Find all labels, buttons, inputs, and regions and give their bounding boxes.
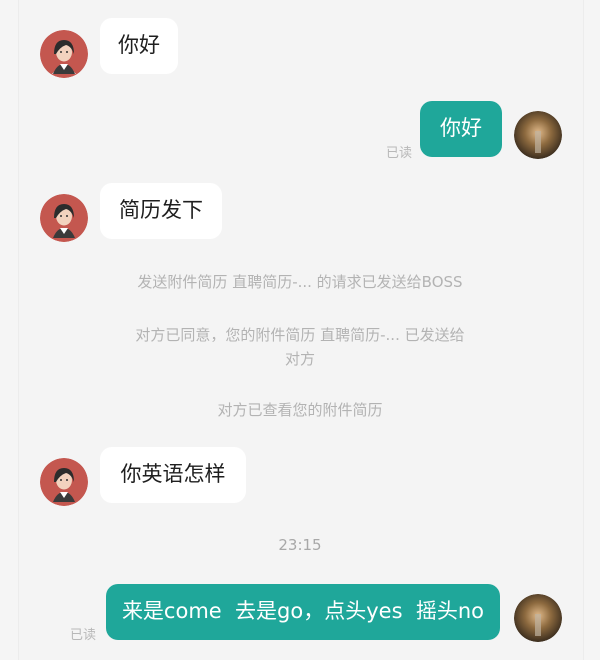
incoming-message[interactable]: 你英语怎样 — [100, 447, 246, 503]
outgoing-message[interactable]: 你好 — [420, 101, 502, 157]
user-photo-icon — [514, 594, 562, 642]
outgoing-message[interactable]: 来是come 去是go，点头yes 摇头no — [106, 584, 500, 640]
message-text: 你好 — [118, 33, 160, 58]
recruiter-avatar-icon — [40, 30, 88, 78]
contact-avatar[interactable] — [40, 30, 88, 78]
message-text: 你好 — [440, 116, 482, 141]
incoming-message[interactable]: 简历发下 — [100, 183, 222, 239]
message-text: 来是come 去是go，点头yes 摇头no — [121, 599, 485, 624]
recruiter-avatar-icon — [40, 194, 88, 242]
message-text: 简历发下 — [119, 198, 203, 223]
read-receipt: 已读 — [70, 628, 97, 643]
my-avatar[interactable] — [514, 111, 562, 159]
message-text: 你英语怎样 — [120, 462, 226, 487]
incoming-message[interactable]: 你好 — [100, 18, 178, 74]
contact-avatar[interactable] — [40, 458, 88, 506]
read-receipt: 已读 — [386, 146, 413, 161]
system-notice: 发送附件简历 直聘简历-... 的请求已发送给BOSS — [137, 273, 463, 291]
system-notice: 对方已查看您的附件简历 — [217, 401, 383, 419]
recruiter-avatar-icon — [40, 458, 88, 506]
contact-avatar[interactable] — [40, 194, 88, 242]
user-photo-icon — [514, 111, 562, 159]
my-avatar[interactable] — [514, 594, 562, 642]
timestamp: 23:15 — [278, 536, 322, 554]
system-notice: 对方已同意，您的附件简历 直聘简历-... 已发送给 — [135, 326, 465, 344]
system-notice: 对方 — [284, 350, 315, 368]
